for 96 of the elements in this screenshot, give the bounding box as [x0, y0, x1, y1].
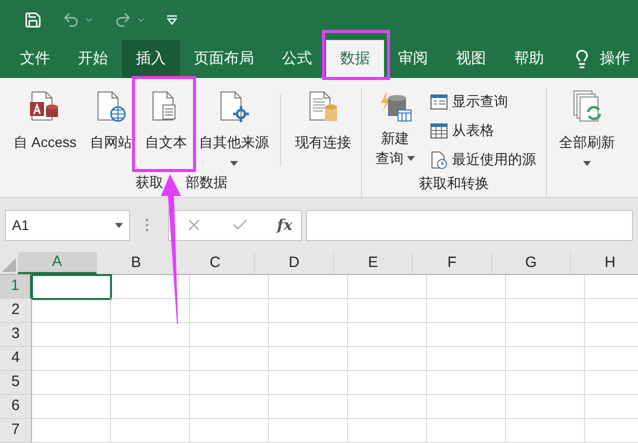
ribbon-button[interactable]: 自 Access — [6, 88, 84, 172]
ribbon-tab[interactable]: 帮助 — [500, 40, 558, 78]
table-cell[interactable] — [32, 395, 111, 419]
ribbon-small-button[interactable]: 最近使用的源 — [428, 146, 538, 173]
ribbon-tab[interactable]: 页面布局 — [180, 40, 268, 78]
formula-input[interactable] — [306, 210, 633, 240]
table-cell[interactable] — [111, 395, 190, 419]
table-cell[interactable] — [506, 299, 585, 323]
redo-icon[interactable] — [114, 11, 132, 29]
table-cell[interactable] — [506, 275, 585, 299]
table-cell[interactable] — [506, 347, 585, 371]
row-header[interactable]: 3 — [0, 323, 32, 347]
row-header[interactable]: 6 — [0, 395, 32, 419]
table-cell[interactable] — [269, 275, 348, 299]
table-cell[interactable] — [32, 347, 111, 371]
ribbon-button[interactable]: 全部刷新 — [555, 88, 619, 197]
ribbon-tab[interactable]: 数据 — [326, 40, 384, 78]
table-cell[interactable] — [190, 395, 269, 419]
table-cell[interactable] — [111, 323, 190, 347]
table-cell[interactable] — [427, 299, 506, 323]
table-cell[interactable] — [190, 299, 269, 323]
lightning-database-icon — [378, 90, 412, 124]
table-cell[interactable] — [348, 347, 427, 371]
ribbon-button[interactable]: 自网站 — [86, 88, 136, 172]
ribbon-button[interactable]: 现有连接 — [289, 88, 357, 172]
ribbon-button[interactable]: 自其他来源 — [196, 88, 272, 172]
save-icon[interactable] — [24, 11, 42, 29]
row-header[interactable]: 7 — [0, 419, 32, 443]
table-cell[interactable] — [427, 323, 506, 347]
table-cell[interactable] — [506, 395, 585, 419]
active-cell[interactable] — [32, 275, 111, 299]
group-label: 部数据 — [186, 173, 228, 192]
table-cell[interactable] — [190, 419, 269, 443]
ribbon-tab[interactable]: 视图 — [442, 40, 500, 78]
highlight-frame — [322, 30, 390, 80]
table-cell[interactable] — [427, 419, 506, 443]
document-clock-icon — [430, 150, 448, 168]
table-cell[interactable] — [32, 371, 111, 395]
column-header[interactable]: D — [255, 252, 334, 274]
table-cell[interactable] — [190, 323, 269, 347]
table-cell[interactable] — [348, 323, 427, 347]
table-cell[interactable] — [111, 347, 190, 371]
table-cell[interactable] — [190, 371, 269, 395]
tell-me-text[interactable]: 操作 — [600, 48, 630, 70]
row-header[interactable]: 2 — [0, 299, 32, 323]
table-cell[interactable] — [348, 275, 427, 299]
row-header[interactable]: 1 — [0, 275, 32, 299]
ribbon-tab[interactable]: 审阅 — [384, 40, 442, 78]
table-cell[interactable] — [348, 371, 427, 395]
table-cell[interactable] — [32, 299, 111, 323]
table-cell[interactable] — [269, 299, 348, 323]
table-cell[interactable] — [427, 275, 506, 299]
column-header[interactable]: H — [571, 252, 638, 274]
ribbon-small-button[interactable]: 从表格 — [428, 117, 538, 144]
table-cell[interactable] — [111, 419, 190, 443]
ribbon-tab[interactable]: 插入 — [122, 40, 180, 78]
table-cell[interactable] — [269, 395, 348, 419]
ribbon-button[interactable]: 自文本 — [138, 88, 194, 172]
table-cell[interactable] — [506, 419, 585, 443]
ribbon-tab[interactable]: 文件 — [6, 40, 64, 78]
table-cell[interactable] — [348, 395, 427, 419]
column-header[interactable]: A — [18, 252, 97, 274]
column-header[interactable]: G — [492, 252, 571, 274]
table-cell[interactable] — [506, 371, 585, 395]
ribbon-tab[interactable]: 公式 — [268, 40, 326, 78]
row-header[interactable]: 5 — [0, 371, 32, 395]
insert-function-button[interactable]: fx — [277, 214, 292, 236]
row-header[interactable]: 4 — [0, 347, 32, 371]
undo-icon[interactable] — [62, 11, 80, 29]
table-cell[interactable] — [269, 419, 348, 443]
name-box[interactable]: A1 — [5, 210, 130, 240]
table-cell[interactable] — [427, 395, 506, 419]
caret-icon — [115, 222, 123, 228]
table-cell[interactable] — [348, 299, 427, 323]
table-cell[interactable] — [427, 347, 506, 371]
table-cell[interactable] — [269, 347, 348, 371]
table-cell[interactable] — [32, 419, 111, 443]
table-cell[interactable] — [190, 347, 269, 371]
table-cell[interactable] — [32, 323, 111, 347]
customize-menu-icon[interactable] — [166, 15, 178, 25]
table-cell[interactable] — [348, 419, 427, 443]
column-header[interactable]: E — [334, 252, 413, 274]
table-cell[interactable] — [506, 323, 585, 347]
table-cell[interactable] — [190, 275, 269, 299]
ribbon-tab[interactable]: 开始 — [64, 40, 122, 78]
ribbon-small-button[interactable]: 显示查询 — [428, 88, 538, 115]
table-cell[interactable] — [269, 371, 348, 395]
table-cell[interactable] — [111, 371, 190, 395]
table-cell[interactable] — [269, 323, 348, 347]
group-label: 获取 — [136, 173, 164, 192]
table-icon — [430, 122, 448, 140]
ribbon-button[interactable]: 新建 查询 — [370, 88, 420, 173]
column-header[interactable]: F — [413, 252, 492, 274]
group-label: 获取和转换 — [419, 174, 489, 193]
table-cell[interactable] — [427, 371, 506, 395]
window-panel-icon — [430, 92, 448, 110]
